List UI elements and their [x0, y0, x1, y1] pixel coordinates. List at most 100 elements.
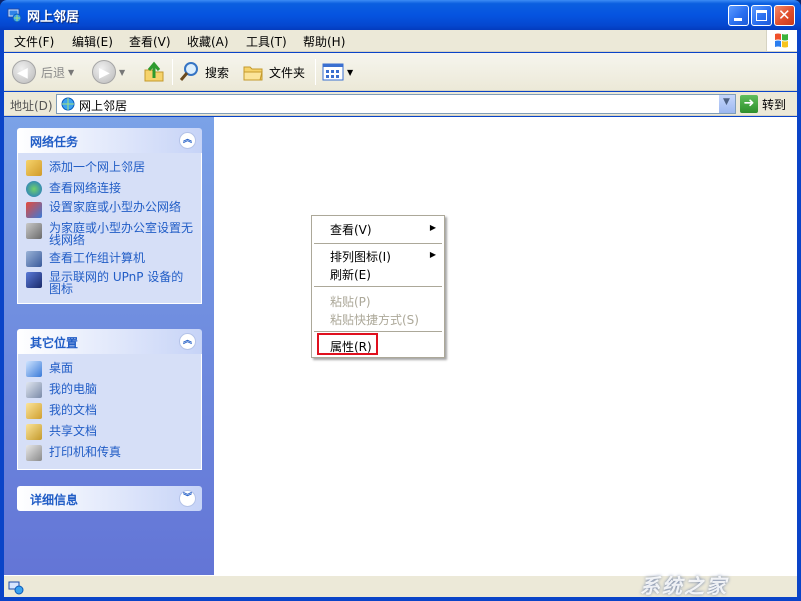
menu-item-view[interactable]: 查看(V): [330, 221, 372, 238]
menu-edit[interactable]: 编辑(E): [72, 33, 113, 50]
network-connections-icon: [26, 181, 42, 197]
other-places-list: 桌面 我的电脑 我的文档 共享文档 打印机和传真: [17, 354, 202, 470]
context-menu: 查看(V) ▶ 排列图标(I) ▶ 刷新(E) 粘贴(P) 粘贴快捷方式(S) …: [311, 215, 445, 358]
watermark: 系统之家: [640, 574, 728, 598]
place-printers-faxes[interactable]: 打印机和传真: [26, 444, 193, 461]
go-button[interactable]: ➜ 转到: [740, 94, 786, 114]
desktop-icon: [26, 361, 42, 377]
address-label: 地址(D): [10, 99, 53, 113]
toolbar-separator: [315, 59, 316, 85]
task-label: 显示联网的 UPnP 设备的图标: [49, 270, 184, 296]
search-button[interactable]: 搜索: [178, 59, 229, 85]
task-label: 设置家庭或小型办公网络: [49, 200, 182, 214]
forward-button[interactable]: ▶ ▼: [92, 59, 125, 85]
menu-help[interactable]: 帮助(H): [303, 33, 345, 50]
details-header[interactable]: 详细信息 ︾: [17, 486, 202, 511]
task-add-network-place[interactable]: 添加一个网上邻居: [26, 159, 193, 176]
folder-content-area[interactable]: [214, 117, 797, 575]
place-label: 我的电脑: [49, 382, 98, 396]
back-label: 后退: [41, 65, 66, 80]
chevron-down-icon: ▼: [347, 67, 354, 77]
menu-view[interactable]: 查看(V): [129, 33, 171, 50]
menu-bar: 文件(F) 编辑(E) 查看(V) 收藏(A) 工具(T) 帮助(H): [4, 30, 797, 52]
task-setup-wireless-network[interactable]: 为家庭或小型办公室设置无线网络: [26, 222, 193, 246]
address-dropdown-button[interactable]: ▼: [718, 95, 735, 113]
printer-icon: [26, 445, 42, 461]
menu-item-arrange-icons[interactable]: 排列图标(I): [330, 248, 391, 265]
window-title: 网上邻居: [27, 10, 80, 25]
submenu-arrow-icon: ▶: [429, 223, 436, 232]
folders-label: 文件夹: [269, 65, 306, 80]
task-view-network-connections[interactable]: 查看网络连接: [26, 180, 193, 197]
collapse-icon[interactable]: ︽: [179, 333, 196, 350]
shared-documents-icon: [26, 424, 42, 440]
menu-tools[interactable]: 工具(T): [246, 33, 287, 50]
task-show-upnp-icons[interactable]: 显示联网的 UPnP 设备的图标: [26, 271, 193, 295]
back-button[interactable]: ◀ 后退 ▼: [12, 59, 74, 85]
address-value: 网上邻居: [79, 99, 128, 113]
chevron-down-icon: ▼: [723, 97, 730, 107]
network-tasks-header[interactable]: 网络任务 ︽: [17, 128, 202, 153]
task-label: 查看工作组计算机: [49, 251, 146, 265]
add-network-place-icon: [26, 160, 42, 176]
my-computer-icon: [26, 382, 42, 398]
menu-separator: [314, 331, 442, 332]
menu-separator: [314, 243, 442, 244]
submenu-arrow-icon: ▶: [429, 250, 436, 259]
up-folder-button[interactable]: [142, 59, 166, 85]
task-pane: 网络任务 ︽ 添加一个网上邻居 查看网络连接 设置家庭或小型办公网络 为家庭或小…: [4, 117, 214, 575]
folder-icon: [243, 66, 263, 81]
address-input[interactable]: 网上邻居 ▼: [56, 94, 736, 114]
close-icon: ✕: [778, 6, 791, 24]
toolbar-separator: [172, 59, 173, 85]
task-setup-home-network[interactable]: 设置家庭或小型办公网络: [26, 201, 193, 218]
network-tasks-panel: 网络任务 ︽ 添加一个网上邻居 查看网络连接 设置家庭或小型办公网络 为家庭或小…: [17, 128, 202, 304]
minimize-icon: [734, 18, 742, 21]
maximize-button[interactable]: [751, 5, 772, 26]
upnp-device-icon: [26, 272, 42, 288]
place-label: 打印机和传真: [49, 445, 122, 459]
task-label: 为家庭或小型办公室设置无线网络: [49, 221, 194, 247]
views-button[interactable]: ▼: [322, 59, 353, 85]
explorer-window: 网上邻居 ✕ 文件(F) 编辑(E) 查看(V) 收藏(A) 工具(T) 帮助(…: [0, 0, 801, 601]
folders-button[interactable]: 文件夹: [242, 59, 305, 85]
go-arrow-icon: ➜: [740, 95, 758, 113]
network-tasks-list: 添加一个网上邻居 查看网络连接 设置家庭或小型办公网络 为家庭或小型办公室设置无…: [17, 153, 202, 304]
forward-arrow-icon: ▶: [92, 60, 116, 84]
wireless-network-icon: [26, 223, 42, 239]
network-tasks-title: 网络任务: [30, 135, 79, 149]
task-label: 查看网络连接: [49, 181, 122, 195]
network-places-icon: [8, 581, 24, 595]
task-label: 添加一个网上邻居: [49, 160, 146, 174]
menu-separator: [314, 286, 442, 287]
place-shared-documents[interactable]: 共享文档: [26, 423, 193, 440]
place-my-documents[interactable]: 我的文档: [26, 402, 193, 419]
collapse-icon[interactable]: ︽: [179, 132, 196, 149]
search-label: 搜索: [205, 65, 230, 80]
details-panel: 详细信息 ︾: [17, 486, 202, 511]
menu-item-paste: 粘贴(P): [330, 295, 371, 309]
place-my-computer[interactable]: 我的电脑: [26, 381, 193, 398]
details-title: 详细信息: [30, 493, 79, 507]
views-icon: [322, 63, 344, 81]
other-places-header[interactable]: 其它位置 ︽: [17, 329, 202, 354]
expand-icon[interactable]: ︾: [179, 490, 196, 507]
place-label: 我的文档: [49, 403, 98, 417]
menu-file[interactable]: 文件(F): [14, 33, 54, 50]
address-bar: 地址(D) 网上邻居 ▼ ➜ 转到: [4, 92, 797, 116]
menu-item-refresh[interactable]: 刷新(E): [330, 266, 371, 283]
back-arrow-icon: ◀: [12, 60, 36, 84]
place-desktop[interactable]: 桌面: [26, 360, 193, 377]
up-folder-icon: [144, 61, 164, 82]
chevron-down-icon: ▼: [119, 67, 126, 77]
title-bar[interactable]: 网上邻居 ✕: [0, 0, 801, 30]
minimize-button[interactable]: [728, 5, 749, 26]
close-button[interactable]: ✕: [774, 5, 795, 26]
menu-favorites[interactable]: 收藏(A): [187, 33, 229, 50]
network-places-icon: [7, 8, 22, 23]
maximize-icon: [756, 10, 767, 21]
highlight-box: [317, 333, 378, 355]
windows-logo-icon: [766, 30, 797, 51]
task-view-workgroup-computers[interactable]: 查看工作组计算机: [26, 250, 193, 267]
home-network-icon: [26, 202, 42, 218]
